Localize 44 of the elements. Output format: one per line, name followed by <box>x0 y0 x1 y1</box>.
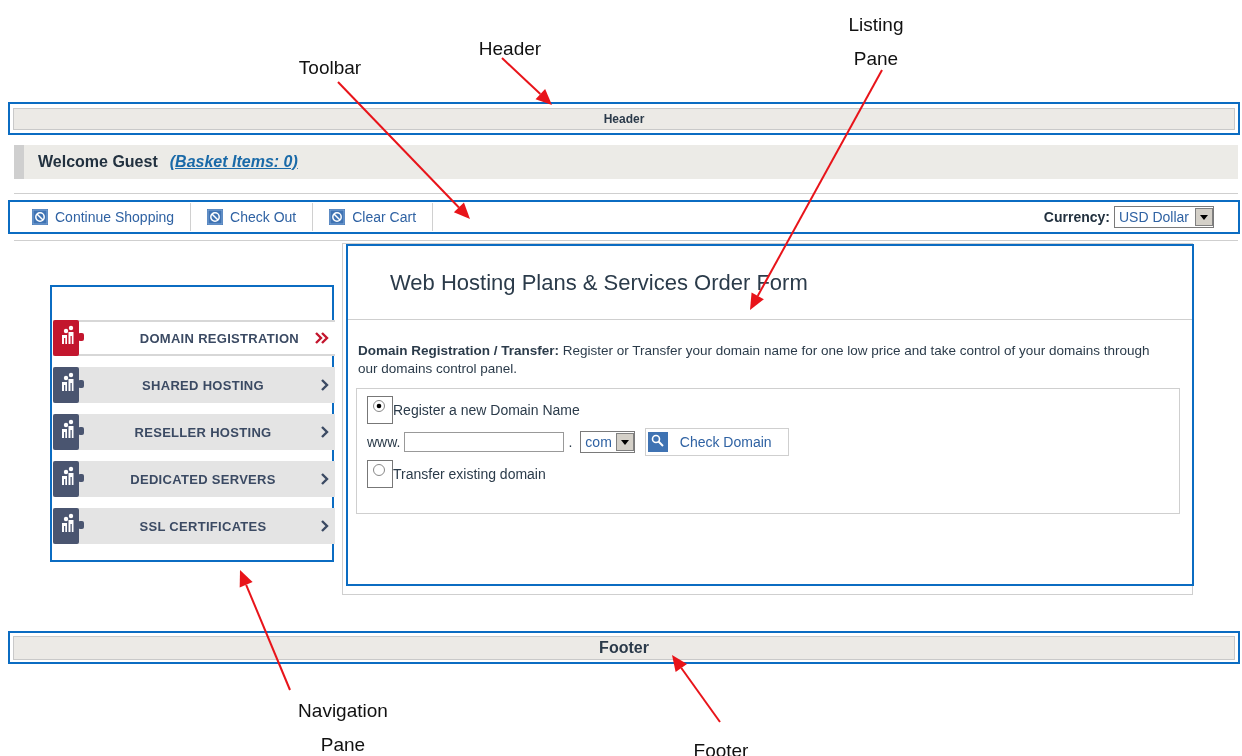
chevron-icon <box>321 426 329 438</box>
nav-menu-item[interactable]: DEDICATED SERVERS <box>53 461 335 497</box>
domain-input-field[interactable] <box>404 432 565 452</box>
toolbar-button[interactable]: Continue Shopping <box>32 203 192 231</box>
nav-menu-item[interactable]: RESELLER HOSTING <box>53 414 335 450</box>
people-icon <box>53 508 85 544</box>
radio-button[interactable] <box>367 460 393 488</box>
annotation-label: Header <box>477 37 543 61</box>
double-chevron-icon <box>315 332 329 344</box>
nav-menu-item[interactable]: SHARED HOSTING <box>53 367 335 403</box>
currency-select[interactable]: USD Dollar <box>1114 206 1214 228</box>
header-bar: Header <box>13 107 1235 130</box>
footer-bar: Footer <box>13 635 1235 660</box>
people-icon <box>53 367 85 403</box>
annotation-label: Listing Pane <box>847 13 905 71</box>
chevron-icon <box>321 379 329 391</box>
intro-paragraph: Domain Registration / Transfer: Register or Transfer your domain name for one low price and take control of your domains through our domains control panel. <box>358 342 1151 378</box>
basket-link[interactable]: (Basket Items: 0) <box>169 153 298 171</box>
annotation-arrow <box>672 655 721 723</box>
annotation-label: Toolbar <box>297 56 363 80</box>
dot-label: . <box>568 434 573 450</box>
radio-label: Register a new Domain Name <box>393 402 580 418</box>
chevron-icon <box>321 520 329 532</box>
ban-icon <box>207 209 224 225</box>
tld-select[interactable]: com <box>580 431 635 453</box>
toolbar-button[interactable]: Clear Cart <box>329 203 434 231</box>
radio-label: Transfer existing domain <box>393 466 546 482</box>
radio-button[interactable] <box>367 396 393 424</box>
people-icon <box>53 320 85 356</box>
annotation-arrow <box>501 57 552 105</box>
ban-icon <box>329 209 346 225</box>
toolbar-button[interactable]: Check Out <box>207 203 314 231</box>
www-label: www. <box>367 434 401 450</box>
search-icon <box>647 432 668 452</box>
ban-icon <box>32 209 48 225</box>
chevron-icon <box>321 473 329 485</box>
check-domain-button[interactable]: Check Domain <box>644 428 789 456</box>
nav-menu-item[interactable]: DOMAIN REGISTRATION <box>53 320 335 356</box>
people-icon <box>53 461 85 497</box>
currency-label: Currency: <box>1043 209 1110 225</box>
annotation-label: Navigation Pane <box>297 699 389 756</box>
nav-menu-item[interactable]: SSL CERTIFICATES <box>53 508 335 544</box>
welcome-text: Welcome Guest <box>38 153 158 171</box>
people-icon <box>53 414 85 450</box>
